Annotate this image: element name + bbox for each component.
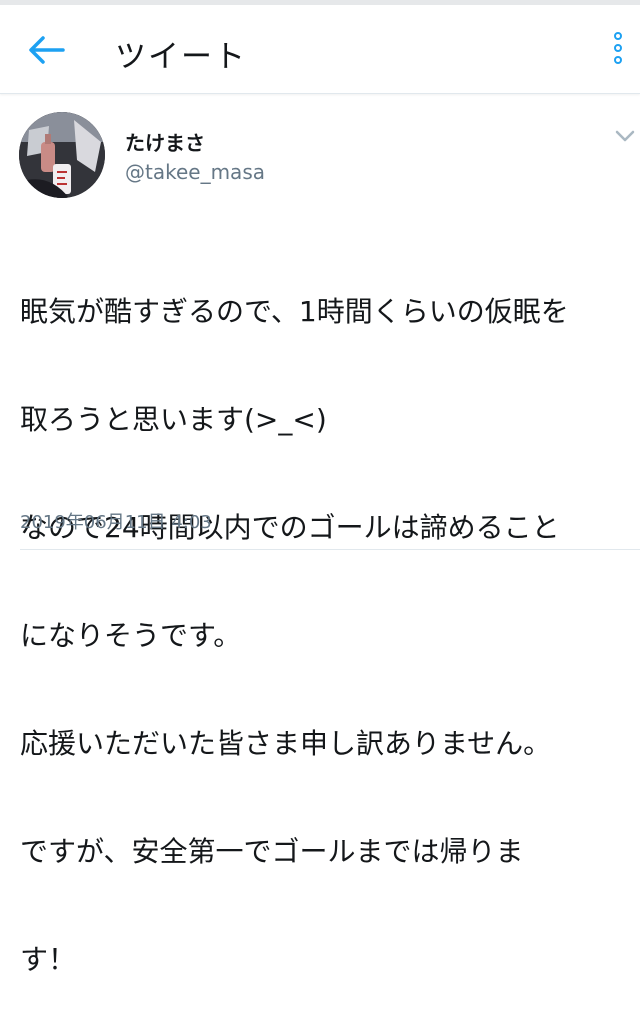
tweet-text-line: 取ろうと思います(>_<) [20, 403, 327, 436]
tweet-text-line: 眠気が酷すぎるので、1時間くらいの仮眠を [20, 295, 569, 328]
back-button[interactable] [26, 35, 66, 65]
chevron-down-icon [615, 130, 635, 142]
user-handle[interactable]: @takee_masa [125, 160, 265, 184]
avatar[interactable] [19, 112, 105, 198]
kebab-vertical-icon [614, 32, 622, 40]
tweet-timestamp: 2019年06月11日 4:03 [20, 512, 212, 533]
avatar-image [19, 112, 105, 198]
overflow-menu-button[interactable] [606, 32, 630, 70]
divider [20, 549, 640, 550]
tweet-options-button[interactable] [614, 128, 636, 142]
tweet-text: 眠気が酷すぎるので、1時間くらいの仮眠を 取ろうと思います(>_<) なので24… [20, 222, 625, 1014]
app-bar: ツイート [0, 5, 640, 94]
tweet-text-line: 応援いただいた皆さま申し訳ありません。 [20, 727, 552, 760]
tweet-text-line: す！ [20, 943, 77, 976]
page-title: ツイート [115, 39, 247, 75]
arrow-left-icon [29, 36, 65, 64]
tweet-text-line: ですが、安全第一でゴールまでは帰りま [20, 835, 524, 868]
tweet-text-line: になりそうです。 [20, 619, 242, 652]
display-name[interactable]: たけまさ [125, 127, 205, 156]
